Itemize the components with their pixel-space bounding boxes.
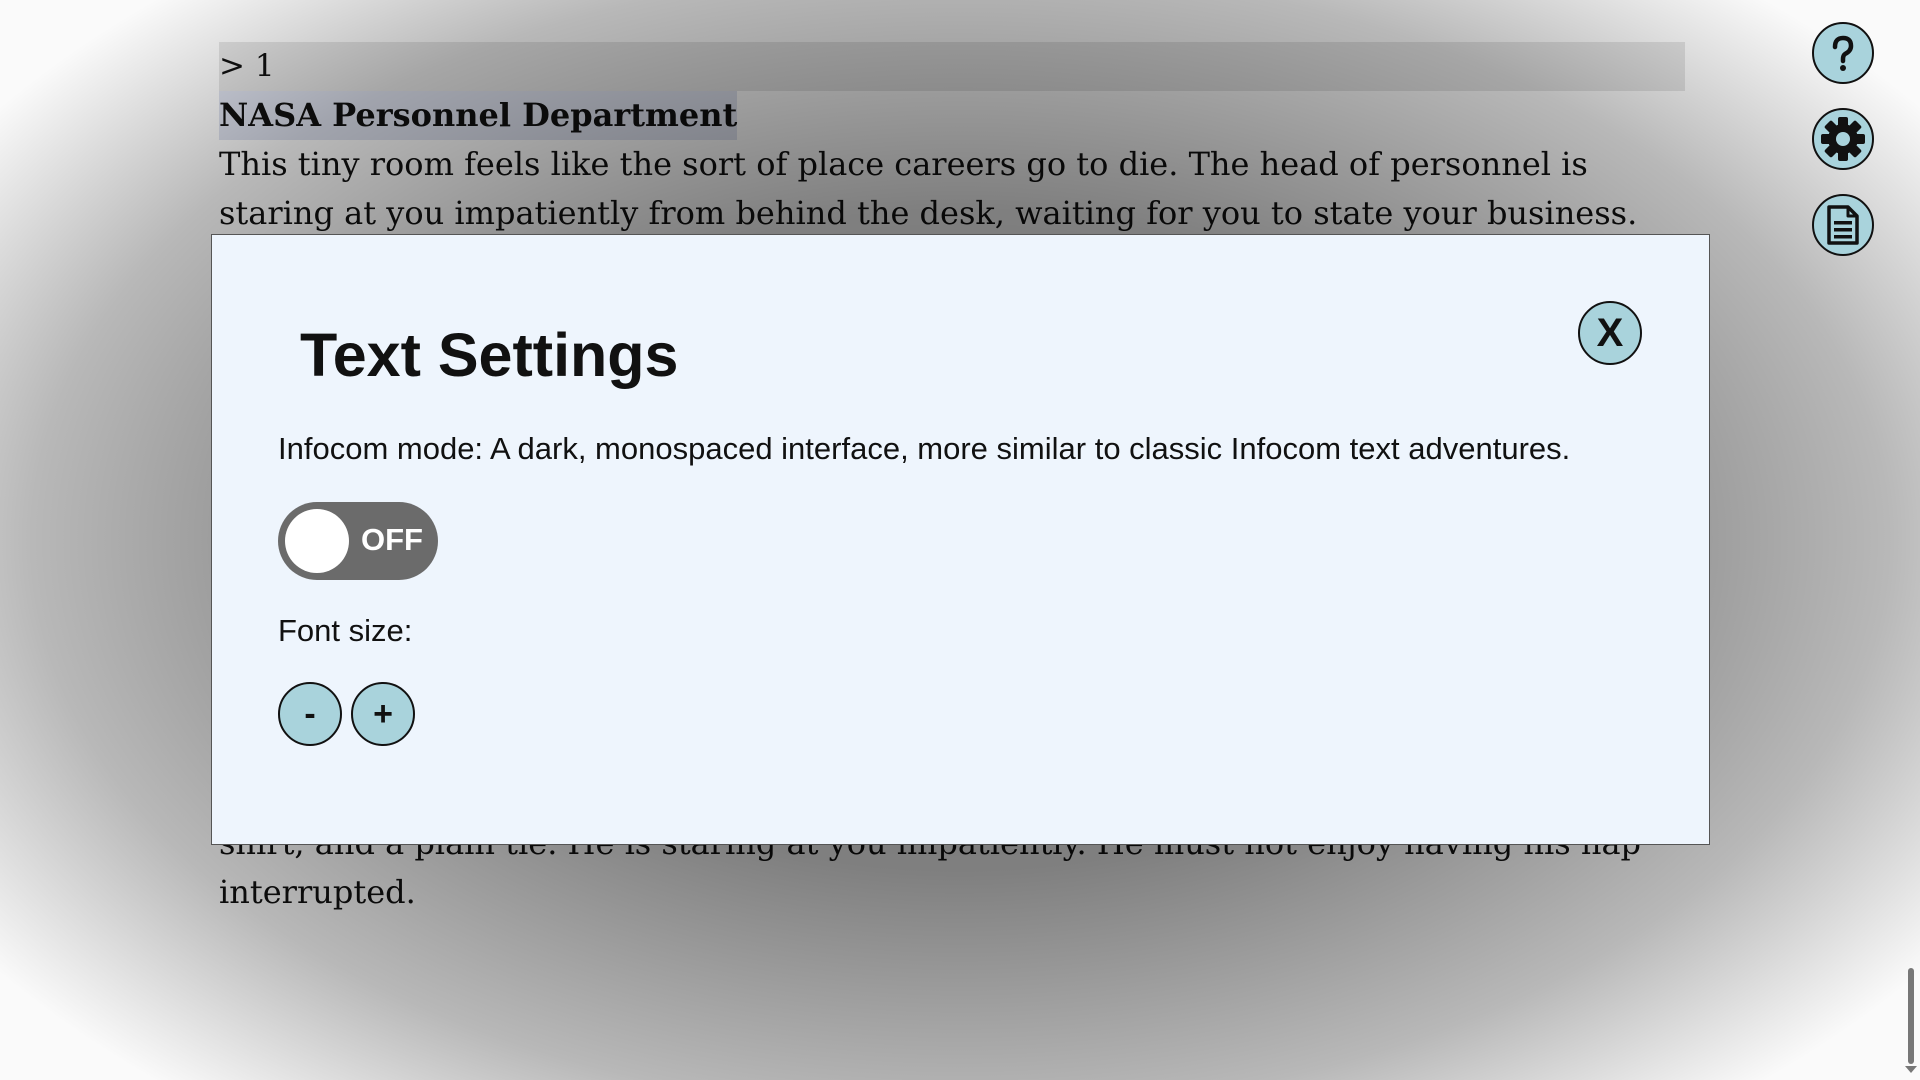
room-title: NASA Personnel Department [219, 91, 738, 140]
toggle-knob [285, 509, 349, 573]
toggle-state-label: OFF [361, 522, 423, 557]
settings-button[interactable] [1812, 108, 1874, 170]
close-button[interactable]: X [1578, 301, 1642, 365]
decrease-font-button[interactable]: - [278, 682, 342, 746]
text-settings-dialog: Text Settings X Infocom mode: A dark, mo… [211, 234, 1710, 845]
question-mark-icon [1832, 35, 1854, 71]
tail-line-2: interrupted. [219, 873, 416, 911]
document-icon [1827, 205, 1859, 245]
scrollbar-thumb[interactable] [1908, 968, 1914, 1064]
room-description: This tiny room feels like the sort of pl… [219, 145, 1638, 232]
command-echo: > 1 [219, 42, 1685, 91]
gear-icon [1821, 117, 1865, 161]
infocom-mode-description: Infocom mode: A dark, monospaced interfa… [278, 431, 1571, 466]
dialog-title: Text Settings [300, 321, 679, 389]
font-size-label: Font size: [278, 613, 413, 648]
story-text: > 1 NASA Personnel Department This tiny … [219, 42, 1685, 238]
infocom-mode-toggle[interactable]: OFF [278, 502, 438, 580]
transcript-button[interactable] [1812, 194, 1874, 256]
increase-font-button[interactable]: + [351, 682, 415, 746]
scroll-down-icon[interactable] [1905, 1066, 1917, 1073]
help-button[interactable] [1812, 22, 1874, 84]
